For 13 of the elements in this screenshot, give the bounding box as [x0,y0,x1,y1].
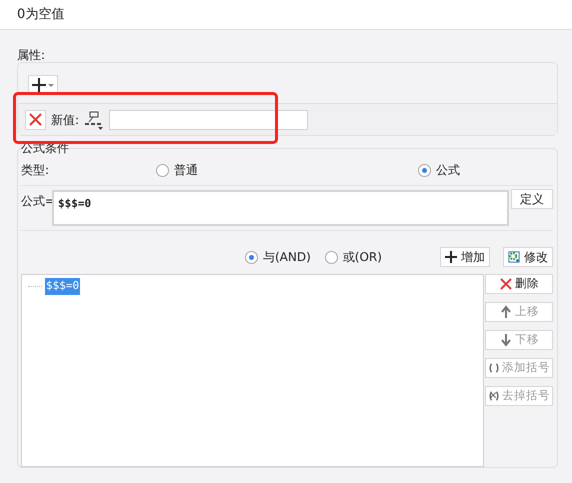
section-label: 属性: [17,48,46,62]
radio-option[interactable]: 或(OR) [324,248,382,266]
modify-button[interactable]: 修改 [503,247,553,267]
field-label: 新值: [51,112,80,128]
formula-field[interactable]: $$$=0 [52,190,509,226]
dialog-title: 0为空值 [17,6,64,24]
add-button[interactable]: 增加 [440,247,490,267]
delete-button[interactable]: 删除 [485,274,553,294]
radio-option[interactable]: 普通 [156,161,198,179]
define-button[interactable]: 定义 [511,189,553,209]
field-label: 类型: [21,162,50,179]
radio-option[interactable]: 公式 [418,161,460,179]
radio-option[interactable]: 与(AND) [245,248,311,266]
